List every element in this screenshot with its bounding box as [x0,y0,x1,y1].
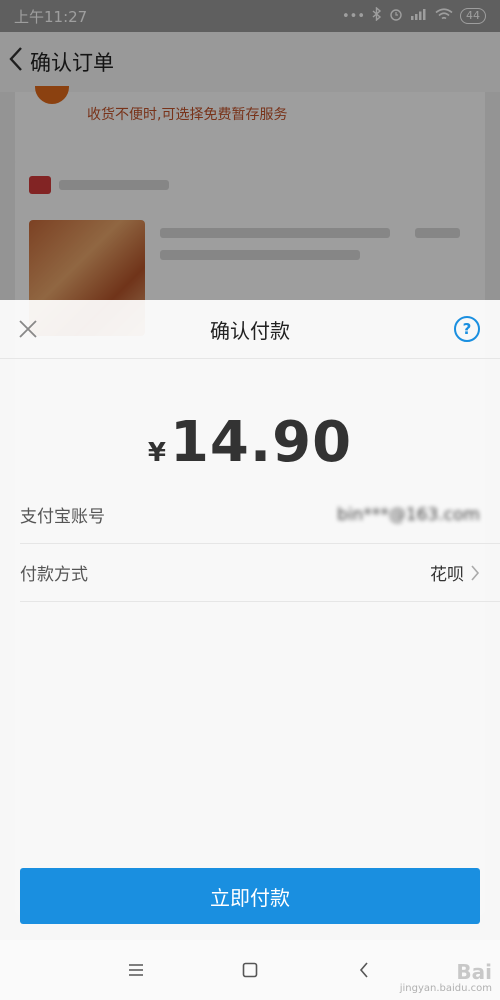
help-icon[interactable]: ? [454,316,480,342]
payment-method-row[interactable]: 付款方式 花呗 [20,544,500,602]
sheet-header: 确认付款 ? [0,300,500,359]
payment-method-label: 付款方式 [20,565,88,585]
watermark-url: jingyan.baidu.com [399,983,492,994]
payment-sheet: 确认付款 ? ¥ 14.90 支付宝账号 bin***@163.com 付款方式… [0,300,500,940]
payment-amount: ¥ 14.90 [0,410,500,475]
close-icon[interactable] [16,317,40,341]
amount-value: 14.90 [169,410,353,475]
menu-icon[interactable] [124,958,148,982]
account-row: 支付宝账号 bin***@163.com [20,486,500,544]
currency-symbol: ¥ [147,438,166,468]
pay-now-button[interactable]: 立即付款 [20,868,480,924]
payment-method-value: 花呗 [430,565,464,585]
watermark: Bai jingyan.baidu.com [400,961,492,994]
payment-method-selector[interactable]: 花呗 [430,560,480,585]
home-icon[interactable] [238,958,262,982]
chevron-right-icon [471,564,480,581]
back-icon[interactable] [352,958,376,982]
account-label: 支付宝账号 [20,507,105,527]
watermark-logo-text: Bai [456,960,492,984]
account-value: bin***@163.com [337,504,480,525]
sheet-title: 确认付款 [210,318,290,343]
